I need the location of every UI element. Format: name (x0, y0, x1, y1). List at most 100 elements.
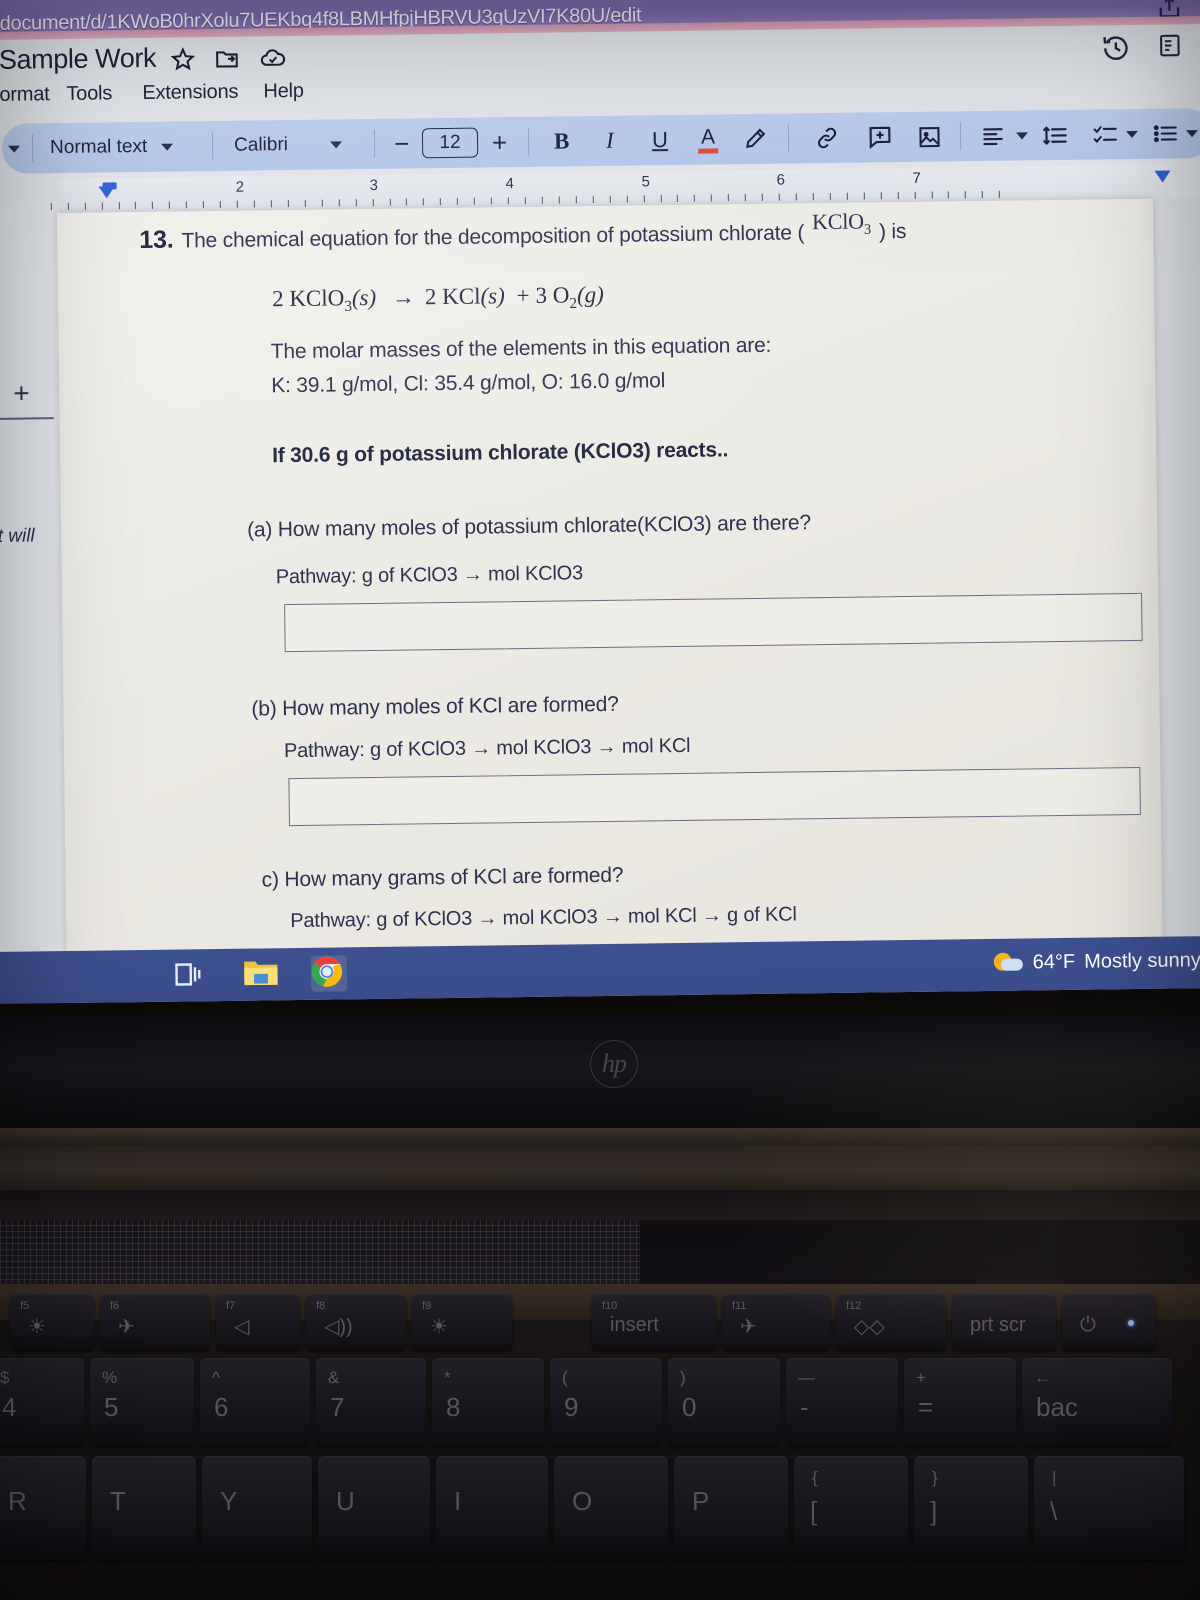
ruler-tick (846, 192, 848, 200)
document-outline-icon[interactable] (1157, 32, 1183, 58)
gutter-divider (0, 417, 54, 420)
highlight-pen-icon[interactable] (742, 114, 769, 164)
key-fn-f12[interactable]: f12 ◇◇ (836, 1294, 946, 1350)
given-mass-statement: If 30.6 g of potassium chlorate (KClO3) … (271, 438, 729, 468)
kclo3-formula: KClO3 (812, 208, 871, 239)
key-fn-f7[interactable]: f7 ◁ (216, 1294, 300, 1350)
key-R[interactable]: R (0, 1456, 86, 1560)
key-T[interactable]: T (92, 1456, 196, 1560)
key-7[interactable]: & 7 (316, 1358, 426, 1446)
bold-button[interactable]: B (554, 116, 570, 166)
document-page[interactable]: 13. The chemical equation for the decomp… (56, 198, 1164, 1004)
kclo3-formula-sub: 3 (863, 221, 872, 238)
key-label: ] (930, 1496, 938, 1526)
key-label: * (444, 1368, 451, 1387)
menu-help[interactable]: Help (263, 80, 304, 104)
page-title[interactable]: Sample Work (0, 43, 156, 76)
ruler-tick (270, 200, 272, 208)
google-chrome-icon[interactable] (310, 955, 348, 992)
font-size-value[interactable]: 12 (421, 127, 479, 159)
ruler-num-5: 5 (641, 173, 651, 191)
move-to-folder-icon[interactable] (214, 46, 240, 72)
right-indent-marker[interactable] (1154, 170, 1171, 183)
key-U[interactable]: U (318, 1456, 430, 1560)
key-O[interactable]: O (554, 1456, 668, 1560)
key-{[interactable]: {[ (794, 1456, 908, 1560)
task-view-icon[interactable] (171, 957, 207, 993)
font-family-dropdown[interactable]: Calibri (234, 119, 343, 170)
undo-caret-icon[interactable] (8, 124, 21, 174)
add-comment-gutter-button[interactable]: + (13, 377, 30, 409)
checklist-icon[interactable] (1092, 109, 1139, 160)
key-|[interactable]: | \ (1034, 1456, 1184, 1560)
key-=[interactable]: + = (904, 1358, 1016, 1446)
increase-font-size-label: + (491, 126, 508, 157)
key-9[interactable]: (9 (550, 1358, 662, 1446)
key-fn-f8[interactable]: f8 ◁)) (306, 1294, 406, 1350)
key-fn-f11[interactable]: f11 ✈ (722, 1294, 830, 1350)
paragraph-style-dropdown[interactable]: Normal text (50, 122, 174, 174)
bulleted-list-icon[interactable] (1152, 108, 1199, 159)
ruler-tick (389, 198, 391, 206)
version-history-icon[interactable] (1101, 33, 1131, 63)
key-label: U (336, 1486, 355, 1516)
line-spacing-icon[interactable] (1042, 110, 1070, 160)
key-label: ^ (212, 1368, 220, 1387)
question-part-a-label: (a) How many moles of potassium chlorate… (246, 511, 812, 542)
key-6[interactable]: ^ 6 (200, 1358, 310, 1446)
menu-format[interactable]: Format (0, 83, 50, 107)
file-explorer-icon[interactable] (243, 956, 279, 992)
decrease-font-size-button[interactable]: − (394, 118, 410, 168)
key-label: 8 (446, 1392, 461, 1422)
key-5[interactable]: % 5 (90, 1358, 194, 1446)
left-indent-marker[interactable] (98, 186, 115, 199)
eq-state-2: (s) (480, 283, 505, 309)
font-size-input[interactable]: 12 (421, 118, 479, 169)
ruler-tick (304, 199, 306, 207)
key-label: } (932, 1468, 938, 1487)
key-fn-f10[interactable]: f10 insert (592, 1294, 716, 1350)
key-fn-f5[interactable]: f5 ☀ (10, 1294, 94, 1350)
key-I[interactable]: I (436, 1456, 548, 1560)
key-label: ) (680, 1368, 686, 1387)
question-intro-after: ) is (878, 219, 907, 244)
answer-box-a[interactable] (284, 592, 1143, 653)
ruler-tick (203, 201, 205, 209)
power-led-icon (1128, 1320, 1134, 1326)
key-Y[interactable]: Y (202, 1456, 312, 1560)
menu-extensions[interactable]: Extensions (142, 81, 238, 105)
key-fn-f9[interactable]: f9 ☀ (412, 1294, 512, 1350)
text-color-button[interactable]: A (698, 114, 719, 164)
key-label: R (8, 1486, 27, 1516)
ruler-tick (812, 193, 814, 201)
key-0[interactable]: ) 0 (668, 1358, 780, 1446)
italic-button[interactable]: I (606, 116, 614, 166)
answer-box-b[interactable] (288, 766, 1141, 827)
underline-button[interactable]: U (652, 115, 669, 165)
ruler-tick (67, 202, 69, 210)
key-fn-f6[interactable]: f6 ✈ (100, 1294, 210, 1350)
key-8[interactable]: * 8 (432, 1358, 544, 1446)
key-fn-prt-scr[interactable]: prt scr (952, 1294, 1056, 1350)
key-bac[interactable]: ← bac (1022, 1358, 1172, 1446)
ruler-tick (863, 192, 865, 200)
key-4[interactable]: $4 (0, 1358, 84, 1446)
question-number: 13. (139, 225, 174, 255)
underline-label: U (651, 127, 669, 153)
cloud-saved-icon[interactable] (259, 45, 287, 71)
insert-link-icon[interactable] (814, 113, 841, 163)
key-}[interactable]: }] (914, 1456, 1028, 1560)
star-icon[interactable] (170, 46, 196, 72)
key-fn-⏻[interactable]: ⏻ (1062, 1294, 1156, 1350)
increase-font-size-button[interactable]: + (492, 117, 508, 167)
menu-tools[interactable]: Tools (66, 82, 112, 106)
ruler-tick (761, 193, 764, 201)
insert-image-icon[interactable] (916, 111, 944, 161)
align-icon[interactable] (980, 110, 1029, 161)
key--[interactable]: — - (786, 1358, 898, 1446)
weather-widget[interactable]: 64°F Mostly sunny (993, 948, 1200, 975)
key-label: f10 (602, 1300, 618, 1312)
key-label: & (328, 1368, 340, 1387)
key-P[interactable]: P (674, 1456, 788, 1560)
add-comment-icon[interactable] (866, 112, 895, 162)
